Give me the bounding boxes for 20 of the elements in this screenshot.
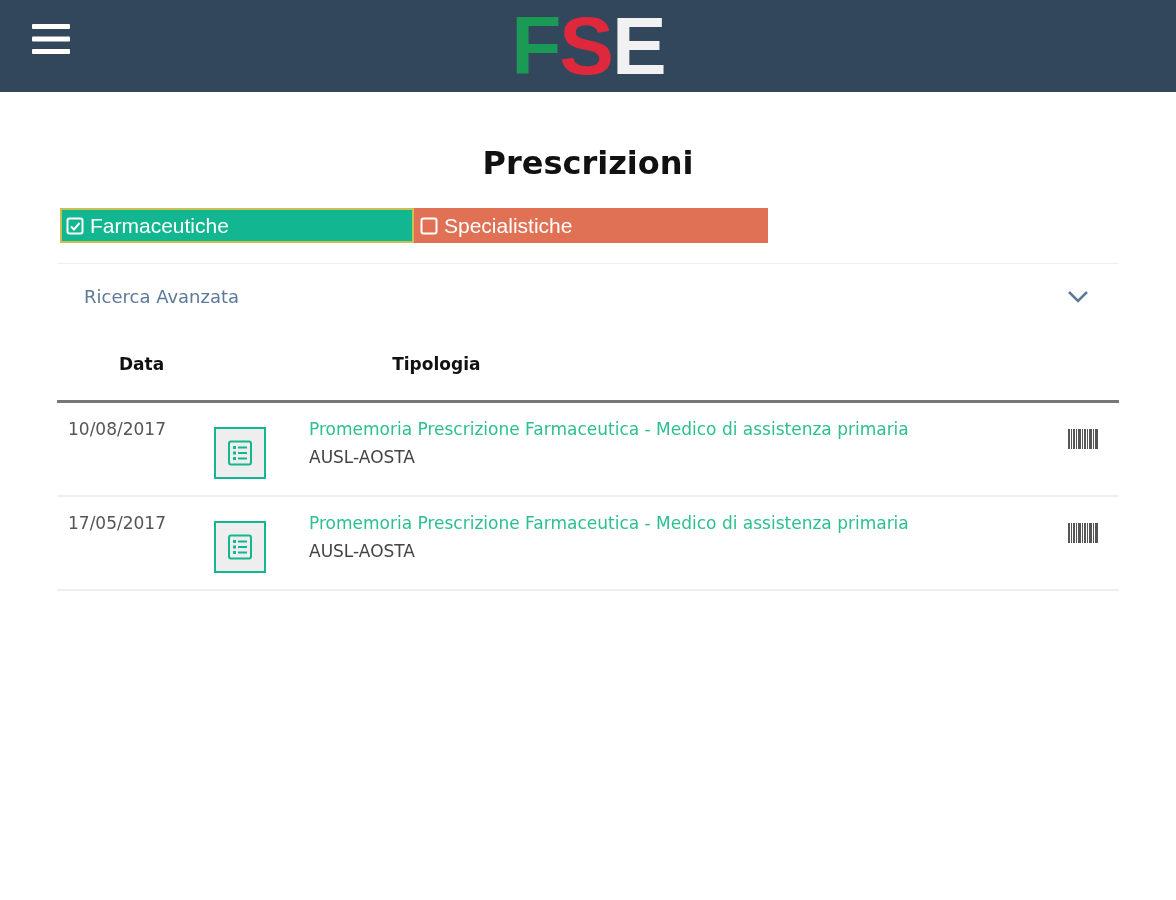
- logo: FSE: [511, 9, 665, 83]
- chevron-icon: [1067, 289, 1089, 303]
- page-title: Prescrizioni: [481, 144, 695, 182]
- prescription-link[interactable]: Promemoria Prescrizione Farmaceutica - Medico di assistenza primaria: [309, 419, 1068, 439]
- barcode-icon[interactable]: [1068, 523, 1098, 543]
- barcode-icon[interactable]: [1068, 429, 1098, 449]
- menu-button[interactable]: [32, 22, 70, 56]
- menu-icon: [32, 22, 70, 56]
- checkbox-icon: [66, 216, 84, 235]
- checkbox-icon: [420, 216, 438, 235]
- filter-toggle[interactable]: Farmaceutiche: [60, 208, 414, 243]
- prescription-link[interactable]: Promemoria Prescrizione Farmaceutica - Medico di assistenza primaria: [309, 513, 1068, 533]
- date-cell-text: 10/08/2017: [67, 419, 167, 439]
- advanced-search-toggle[interactable]: Ricerca Avanzata: [57, 263, 1119, 328]
- issuer-text: AUSL-AOSTA: [309, 541, 415, 561]
- filter-toggle[interactable]: Specialistiche: [414, 208, 768, 243]
- column-header: Tipologia: [392, 354, 481, 374]
- column-header: Data: [119, 354, 165, 374]
- date-cell-text: 17/05/2017: [67, 513, 167, 533]
- issuer-text: AUSL-AOSTA: [309, 447, 415, 467]
